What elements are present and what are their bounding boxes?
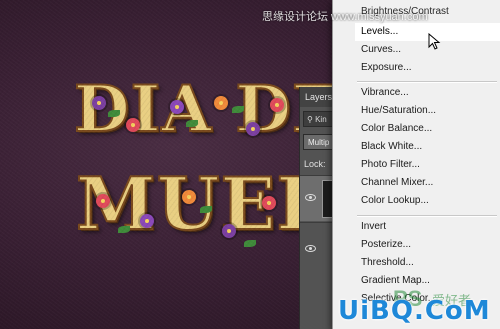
menu-item-color-balance[interactable]: Color Balance... xyxy=(355,120,500,138)
lock-label: Lock: xyxy=(304,159,326,169)
layers-tab[interactable]: Layers xyxy=(300,87,333,107)
menu-item-hue-saturation[interactable]: Hue/Saturation... xyxy=(355,102,500,120)
flower-decoration xyxy=(96,194,110,208)
flower-decoration xyxy=(126,118,140,132)
menu-item-channel-mixer[interactable]: Channel Mixer... xyxy=(355,174,500,192)
leaf-decoration xyxy=(186,120,198,127)
menu-item-posterize[interactable]: Posterize... xyxy=(355,236,500,254)
adjustments-menu: Brightness/Contrast Levels... Curves... … xyxy=(332,0,500,329)
flower-decoration xyxy=(262,196,276,210)
flower-decoration xyxy=(182,190,196,204)
flower-decoration xyxy=(214,96,228,110)
menu-item-color-lookup[interactable]: Color Lookup... xyxy=(355,192,500,210)
layer-filter-dropdown[interactable]: ⚲ Kin xyxy=(303,111,333,127)
menu-gutter xyxy=(333,0,355,329)
watermark-bottom: UiBQ.CoM xyxy=(338,296,491,326)
menu-item-vibrance[interactable]: Vibrance... xyxy=(355,84,500,102)
watermark-top: 思缘设计论坛 www.missyuan.com xyxy=(262,11,428,23)
flower-decoration xyxy=(222,224,236,238)
flower-decoration xyxy=(270,98,284,112)
menu-item-gradient-map[interactable]: Gradient Map... xyxy=(355,272,500,290)
layer-row[interactable] xyxy=(300,175,333,221)
filter-label: Kin xyxy=(315,115,327,124)
search-icon: ⚲ xyxy=(307,115,313,124)
flower-decoration xyxy=(140,214,154,228)
menu-item-invert[interactable]: Invert xyxy=(355,218,500,236)
leaf-decoration xyxy=(200,206,212,213)
menu-item-photo-filter[interactable]: Photo Filter... xyxy=(355,156,500,174)
visibility-eye-icon[interactable] xyxy=(305,245,316,252)
flower-decoration xyxy=(246,122,260,136)
leaf-decoration xyxy=(232,106,244,113)
leaf-decoration xyxy=(108,110,120,117)
leaf-decoration xyxy=(118,226,130,233)
layers-panel: Layers ⚲ Kin Multip Lock: xyxy=(299,87,333,329)
leaf-decoration xyxy=(244,240,256,247)
menu-separator xyxy=(357,215,497,217)
visibility-eye-icon[interactable] xyxy=(305,194,316,201)
menu-item-black-white[interactable]: Black White... xyxy=(355,138,500,156)
menu-item-threshold[interactable]: Threshold... xyxy=(355,254,500,272)
blend-mode-dropdown[interactable]: Multip xyxy=(303,134,333,150)
mouse-pointer-icon xyxy=(428,33,441,50)
menu-item-exposure[interactable]: Exposure... xyxy=(355,59,500,77)
layer-row[interactable] xyxy=(300,222,333,268)
flower-decoration xyxy=(170,100,184,114)
menu-separator xyxy=(357,81,497,83)
flower-decoration xyxy=(92,96,106,110)
